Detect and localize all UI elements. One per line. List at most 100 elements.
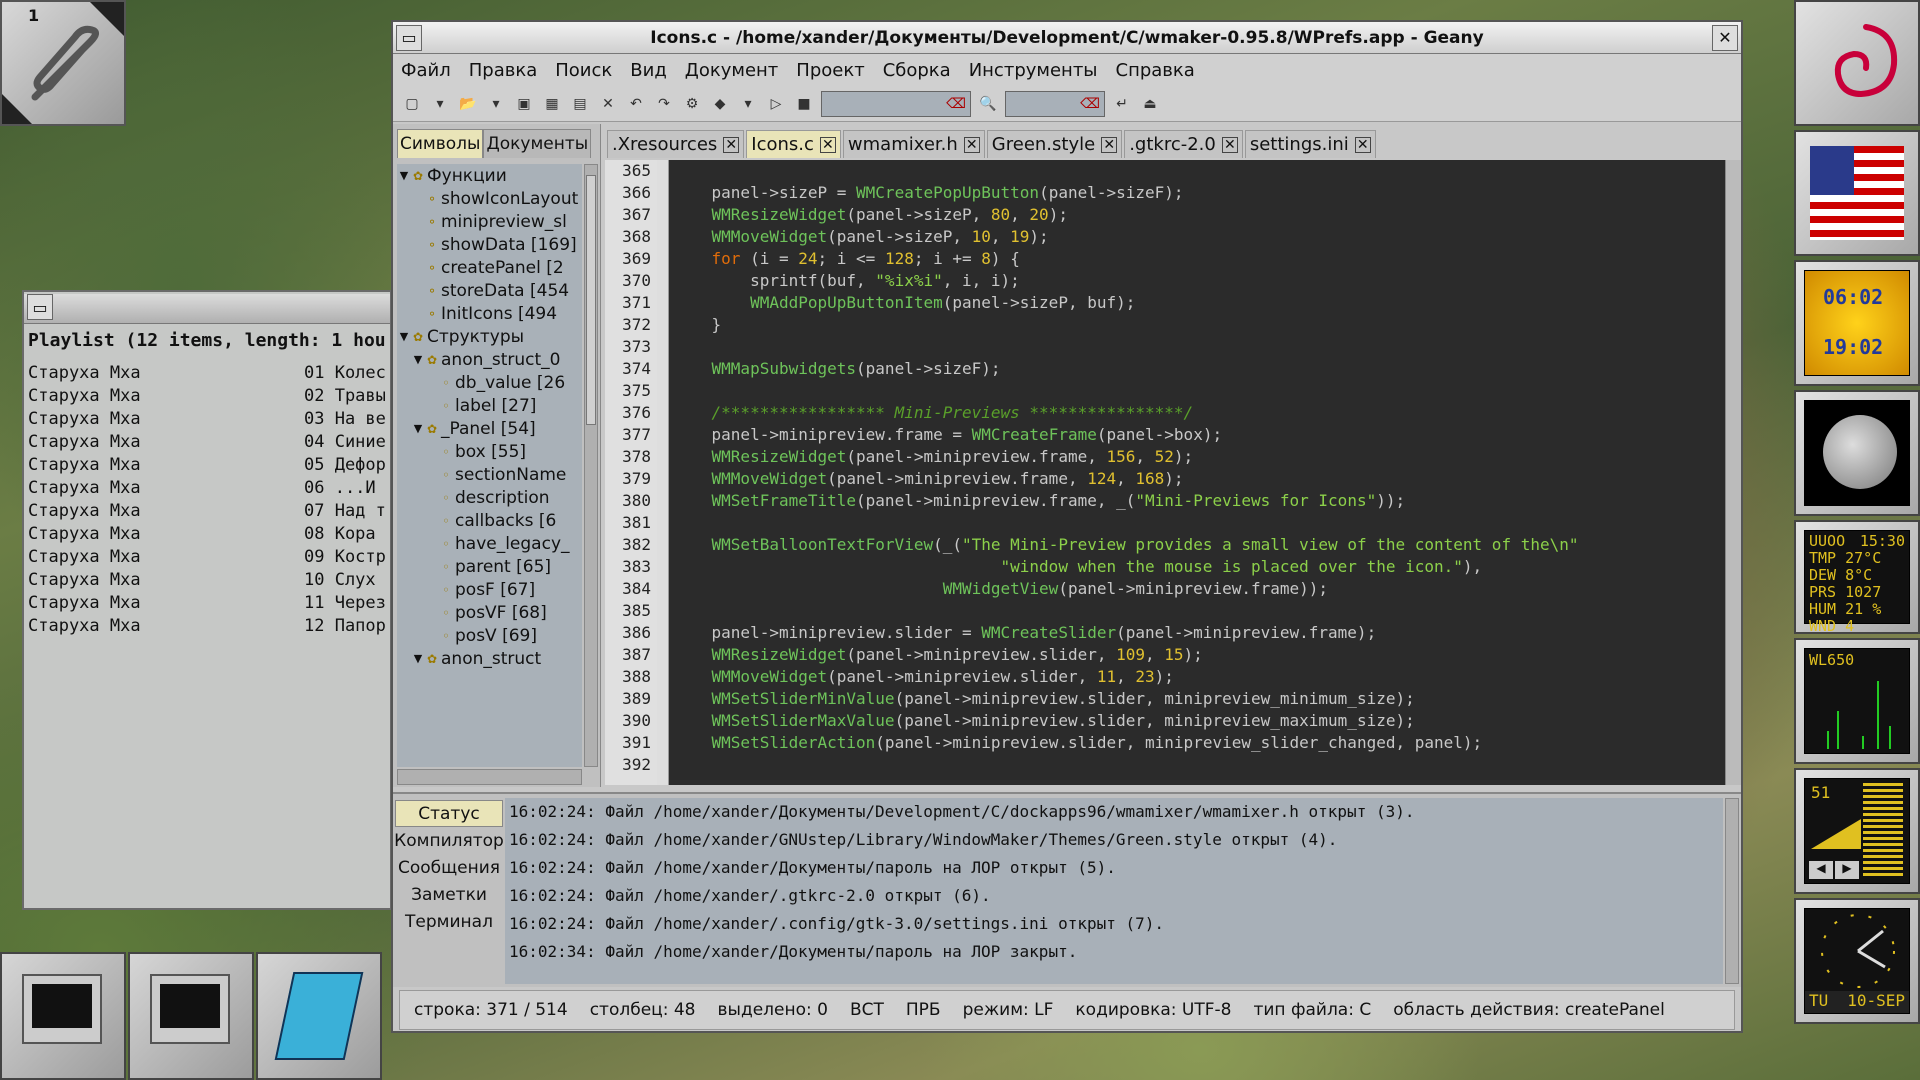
tree-item[interactable]: ◦ have_legacy_ [397,532,582,555]
dropdown-arrow-icon[interactable]: ▾ [485,93,507,115]
moon-dock-tile[interactable] [1794,390,1920,516]
build-icon[interactable]: ◆ [709,93,731,115]
document-tab[interactable]: Green.style ✕ [986,130,1123,158]
message-tab[interactable]: Сообщения [395,854,503,881]
run-icon[interactable]: ▷ [765,93,787,115]
window-menu-button[interactable]: ▭ [27,294,53,320]
terminal-dock-tile[interactable] [0,952,126,1080]
tree-item[interactable]: ⚬ minipreview_sl [397,210,582,233]
playlist-row[interactable]: Старуха Мха 09 Костр [24,547,390,570]
tree-item[interactable]: ◦ callbacks [6 [397,509,582,532]
tree-item[interactable]: ◦ parent [65] [397,555,582,578]
menu-item[interactable]: Документ [685,60,779,81]
goto-line-input[interactable]: ⌫ [1005,90,1105,117]
tree-item[interactable]: ◦ posV [69] [397,624,582,647]
prev-channel-button[interactable]: ◀ [1809,861,1833,879]
menu-item[interactable]: Вид [630,60,667,81]
playlist-row[interactable]: Старуха Мха 05 Дефор [24,455,390,478]
undo-icon[interactable]: ↶ [625,93,647,115]
save-all-icon[interactable]: ▦ [541,93,563,115]
tree-item[interactable]: ◦ label [27] [397,394,582,417]
next-channel-button[interactable]: ▶ [1835,861,1859,879]
network-dock-tile[interactable]: WL650 [1794,638,1920,764]
document-tab[interactable]: .Xresources ✕ [607,130,745,158]
document-tab[interactable]: settings.ini ✕ [1244,130,1376,158]
menu-item[interactable]: Сборка [883,60,951,81]
tree-item[interactable]: ▼ ✿ Структуры [397,325,582,348]
dropdown-arrow-icon[interactable]: ▾ [429,93,451,115]
tree-item[interactable]: ⚬ showData [169] [397,233,582,256]
message-tab[interactable]: Заметки [395,881,503,908]
save-icon[interactable]: ▣ [513,93,535,115]
color-chooser-icon[interactable]: ■ [793,93,815,115]
sun-dock-tile[interactable]: 06:02 19:02 [1794,260,1920,386]
new-file-icon[interactable]: ▢ [401,93,423,115]
menu-item[interactable]: Справка [1116,60,1195,81]
quit-icon[interactable]: ⏏ [1139,93,1161,115]
tree-item[interactable]: ▼ ✿ Функции [397,164,582,187]
message-tab[interactable]: Статус [395,800,503,827]
revert-icon[interactable]: ▤ [569,93,591,115]
volume-bar[interactable] [1863,783,1903,879]
weather-dock-tile[interactable]: UUOO 15:30 TMP 27°C DEW 8°C PRS 1027 HUM… [1794,520,1920,635]
workspace-clip[interactable]: 1 [0,0,126,126]
tree-item[interactable]: ◦ box [55] [397,440,582,463]
playlist-row[interactable]: Старуха Мха 02 Травы [24,386,390,409]
close-tab-icon[interactable]: ✕ [723,136,740,153]
playlist-row[interactable]: Старуха Мха 11 Через [24,593,390,616]
tree-item[interactable]: ⚬ storeData [454 [397,279,582,302]
terminal2-dock-tile[interactable] [128,952,254,1080]
message-tab[interactable]: Терминал [395,908,503,935]
expander-icon[interactable]: ▼ [411,353,425,366]
menu-item[interactable]: Файл [401,60,451,81]
playlist-row[interactable]: Старуха Мха 03 На ве [24,409,390,432]
close-tab-icon[interactable]: ✕ [819,136,836,153]
menu-item[interactable]: Поиск [555,60,612,81]
tree-item[interactable]: ◦ db_value [26 [397,371,582,394]
fold-margin[interactable] [657,160,669,785]
expander-icon[interactable]: ▼ [397,330,411,343]
close-tab-icon[interactable]: ✕ [1221,136,1238,153]
open-file-icon[interactable]: 📂 [457,93,479,115]
playlist-row[interactable]: Старуха Мха 04 Синие [24,432,390,455]
tab-symbols[interactable]: Символы [397,129,484,158]
close-window-button[interactable]: ✕ [1712,24,1738,51]
window-menu-button[interactable]: ▭ [396,24,422,51]
tree-item[interactable]: ⚬ InitIcons [494 [397,302,582,325]
message-scrollbar[interactable] [1725,798,1739,984]
close-file-icon[interactable]: ✕ [597,93,619,115]
tree-item[interactable]: ⚬ createPanel [2 [397,256,582,279]
find-icon[interactable]: 🔍 [977,93,999,115]
menu-item[interactable]: Инструменты [969,60,1098,81]
message-tab[interactable]: Компилятор [394,827,504,854]
expander-icon[interactable]: ▼ [411,422,425,435]
clock-dock-tile[interactable]: TU 10-SEP [1794,898,1920,1024]
playlist-titlebar[interactable]: ▭ [24,294,390,324]
search-input[interactable]: ⌫ [821,90,971,117]
tree-item[interactable]: ⚬ showIconLayout [397,187,582,210]
geany-titlebar[interactable]: ▭ Icons.c - /home/xander/Документы/Devel… [393,22,1741,54]
tree-item[interactable]: ◦ posF [67] [397,578,582,601]
document-tab[interactable]: wmamixer.h ✕ [842,130,985,158]
close-tab-icon[interactable]: ✕ [963,136,980,153]
expander-icon[interactable]: ▼ [397,169,411,182]
redo-icon[interactable]: ↷ [653,93,675,115]
expander-icon[interactable]: ▼ [411,652,425,665]
mixer-dock-tile[interactable]: 51 ◀ ▶ [1794,768,1920,894]
playlist-row[interactable]: Старуха Мха 06 ...И [24,478,390,501]
playlist-row[interactable]: Старуха Мха 10 Слух [24,570,390,593]
close-tab-icon[interactable]: ✕ [1101,136,1118,153]
playlist-row[interactable]: Старуха Мха 08 Кора [24,524,390,547]
goto-line-icon[interactable]: ↵ [1111,93,1133,115]
playlist-row[interactable]: Старуха Мха 12 Папор [24,616,390,639]
debian-dock-tile[interactable] [1794,0,1920,126]
tree-item[interactable]: ▼ ✿ anon_struct [397,647,582,670]
tab-documents[interactable]: Документы [483,129,592,158]
code-editor[interactable]: 365 366 367 368 369 370 371 372 373 374 375 376 377 3… [605,160,1725,785]
tree-item[interactable]: ◦ posVF [68] [397,601,582,624]
tree-item[interactable]: ◦ description [397,486,582,509]
playlist-row[interactable]: Старуха Мха 07 Над т [24,501,390,524]
tree-item[interactable]: ▼ ✿ _Panel [54] [397,417,582,440]
editor-scrollbar[interactable] [1725,160,1741,785]
keyboard-layout-dock-tile[interactable] [1794,130,1920,256]
